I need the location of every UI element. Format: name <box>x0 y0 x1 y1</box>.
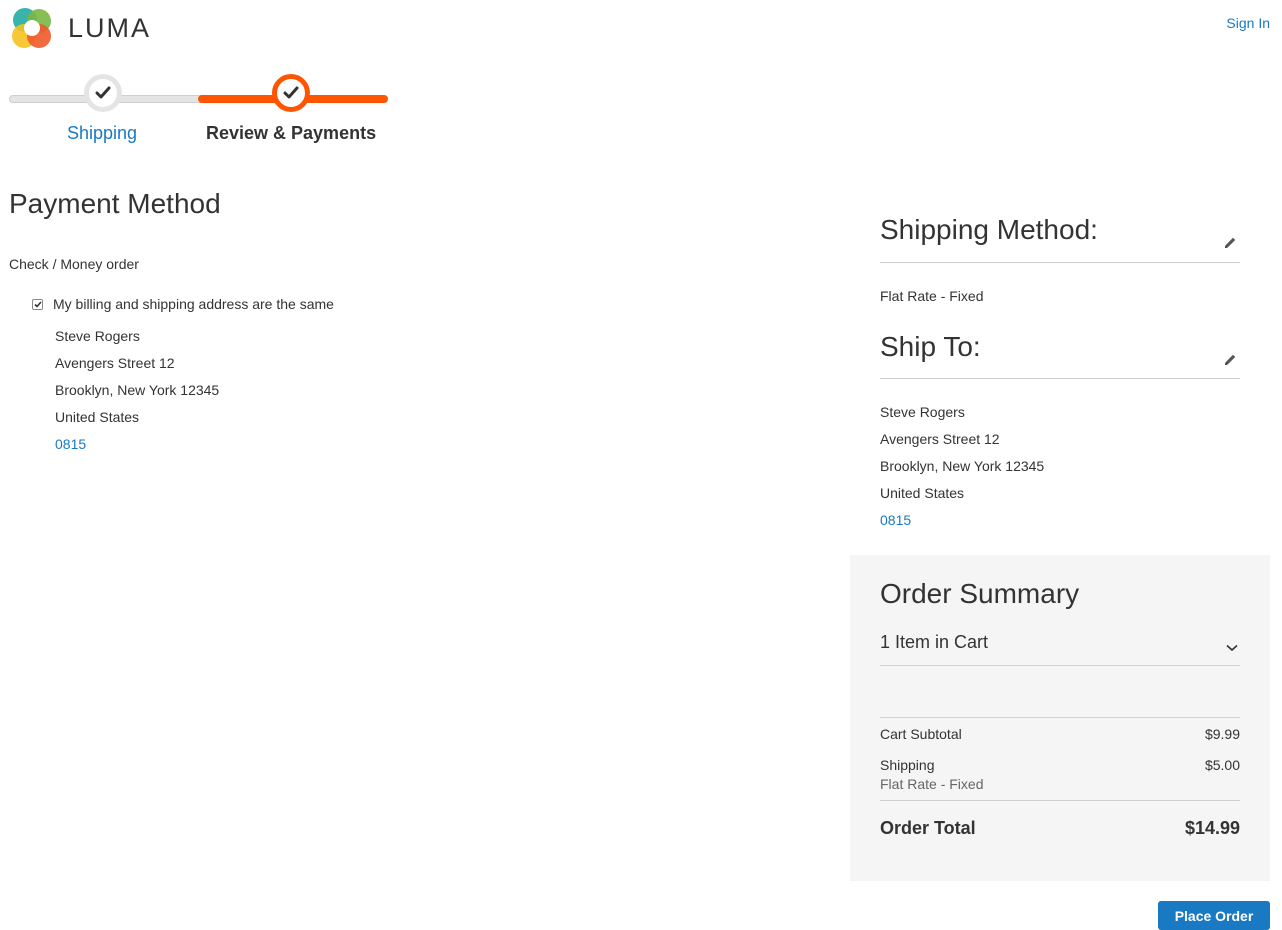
ship-to-title-text: Ship To: <box>880 331 981 362</box>
step-shipping-marker[interactable] <box>84 74 122 112</box>
shipping-method-value: Flat Rate - Fixed <box>880 288 984 304</box>
ship-to-country: United States <box>880 485 965 501</box>
ship-to-address: Steve Rogers Avengers Street 12 Brooklyn… <box>880 399 1044 534</box>
step-shipping-link[interactable]: Shipping <box>67 123 137 144</box>
shipping-method-title-text: Shipping Method: <box>880 214 1098 245</box>
logo-text: LUMA <box>68 12 152 43</box>
items-in-cart-toggle[interactable]: 1 Item in Cart <box>880 620 1240 666</box>
totals-row-shipping: Shipping Flat Rate - Fixed $5.00 <box>880 752 1240 801</box>
totals-row-grand-total: Order Total $14.99 <box>880 801 1240 851</box>
items-in-cart-label: 1 Item in Cart <box>880 632 989 652</box>
step-review-label: Review & Payments <box>206 123 377 143</box>
checkmark-icon <box>33 300 42 308</box>
luma-logo-icon <box>12 8 51 48</box>
payment-method-title: Payment Method <box>9 188 221 219</box>
billing-same-as-shipping[interactable]: My billing and shipping address are the … <box>32 296 334 312</box>
payment-option-check-money[interactable]: Check / Money order <box>9 256 139 272</box>
order-summary-title: Order Summary <box>880 578 1080 609</box>
ship-to-title: Ship To: <box>880 331 1240 379</box>
shipping-value: $5.00 <box>1204 757 1240 773</box>
billing-phone-link[interactable]: 0815 <box>55 436 86 452</box>
order-total-label: Order Total <box>880 818 976 838</box>
billing-street: Avengers Street 12 <box>55 355 175 371</box>
order-totals: Cart Subtotal $9.99 Shipping Flat Rate -… <box>880 717 1240 851</box>
step-review-marker <box>272 74 310 112</box>
checkmark-icon <box>283 86 299 99</box>
billing-same-checkbox[interactable] <box>32 298 43 310</box>
ship-to-street: Avengers Street 12 <box>880 431 1000 447</box>
place-order-button[interactable]: Place Order <box>1158 901 1270 930</box>
billing-name: Steve Rogers <box>55 328 140 344</box>
sign-in-link[interactable]: Sign In <box>1226 15 1270 31</box>
luma-logo[interactable]: LUMA <box>10 6 151 50</box>
billing-city-line: Brooklyn, New York 12345 <box>55 382 220 398</box>
shipping-label: Shipping <box>880 757 935 773</box>
ship-to-city-line: Brooklyn, New York 12345 <box>880 458 1045 474</box>
subtotal-label: Cart Subtotal <box>880 726 962 742</box>
checkout-progress: Shipping Review & Payments <box>0 74 400 154</box>
ship-to-name: Steve Rogers <box>880 404 965 420</box>
ship-to-phone-link[interactable]: 0815 <box>880 512 911 528</box>
checkmark-icon <box>95 86 111 99</box>
pencil-icon[interactable] <box>1222 226 1238 258</box>
billing-same-label: My billing and shipping address are the … <box>53 296 334 312</box>
chevron-down-icon <box>1226 636 1238 657</box>
billing-country: United States <box>55 409 140 425</box>
order-summary: Order Summary 1 Item in Cart Cart Subtot… <box>850 555 1270 881</box>
order-total-value: $14.99 <box>1184 818 1240 838</box>
shipping-method-title: Shipping Method: <box>880 214 1240 263</box>
subtotal-value: $9.99 <box>1204 726 1240 742</box>
totals-row-subtotal: Cart Subtotal $9.99 <box>880 718 1240 752</box>
billing-address: Steve Rogers Avengers Street 12 Brooklyn… <box>55 323 219 458</box>
pencil-icon[interactable] <box>1222 343 1238 375</box>
shipping-method-sub: Flat Rate - Fixed <box>880 776 984 792</box>
